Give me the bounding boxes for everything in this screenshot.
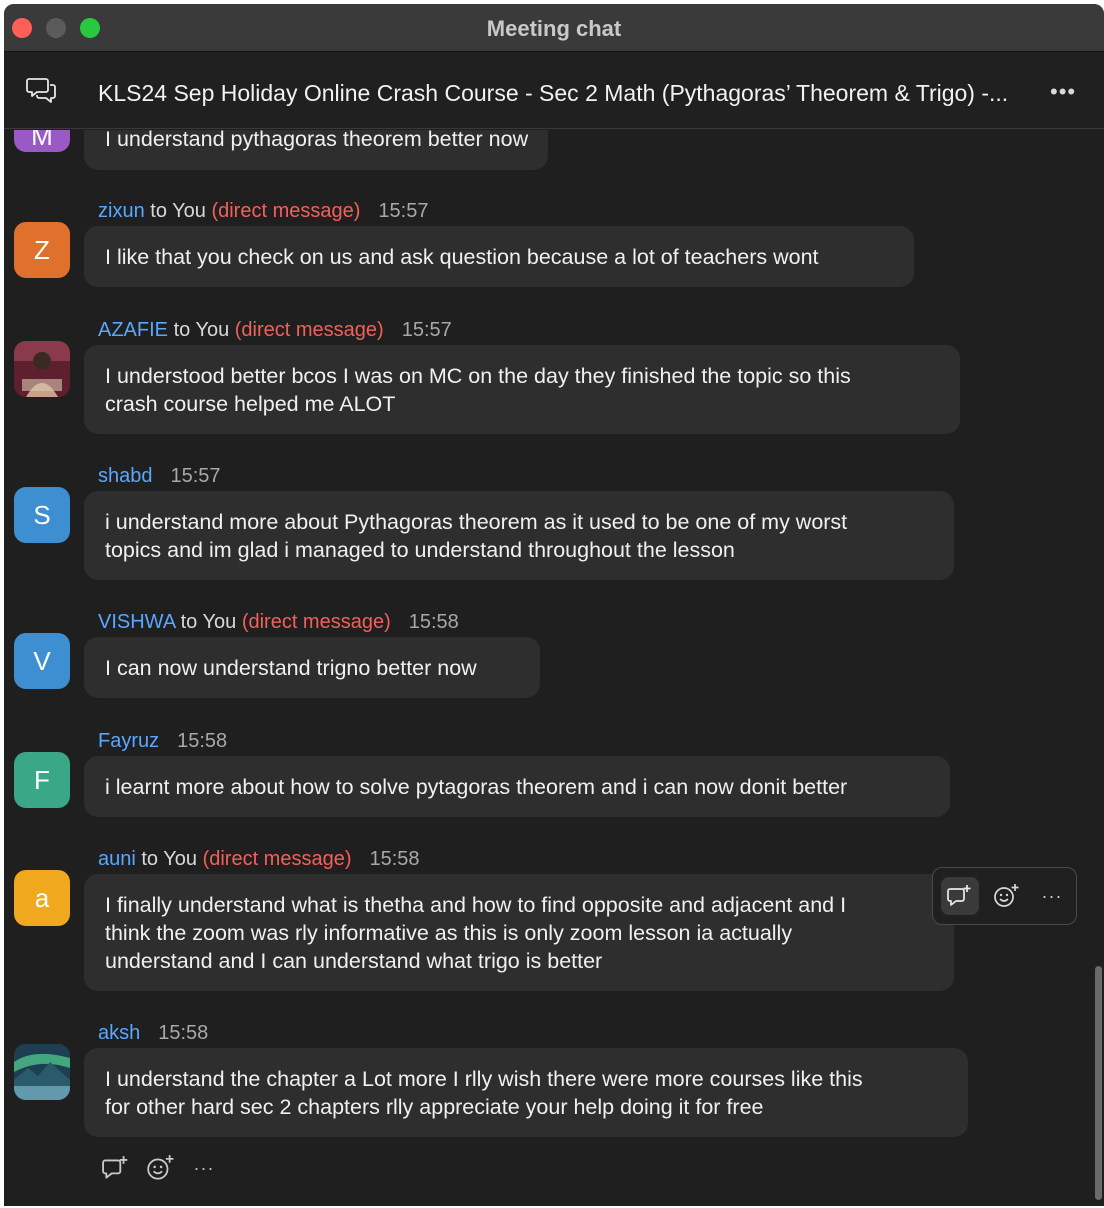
reply-thread-icon xyxy=(947,885,971,906)
sender-name[interactable]: VISHWA xyxy=(98,611,175,633)
recipient-label: to You xyxy=(144,200,212,222)
message-meta: aksh 15:58 xyxy=(98,1022,208,1045)
message-list[interactable]: M I understand pythagoras theorem better… xyxy=(4,130,1104,1206)
recipient-label: to You xyxy=(168,319,235,341)
message-text-line: crash course helped me ALOT xyxy=(105,392,396,416)
avatar[interactable]: a xyxy=(14,870,70,926)
message-time: 15:57 xyxy=(170,465,221,487)
chat-bubbles-icon[interactable] xyxy=(26,75,58,107)
landscape-avatar-image xyxy=(14,1044,70,1100)
message-bubble[interactable]: I like that you check on us and ask ques… xyxy=(84,226,914,287)
message-bubble[interactable]: I can now understand trigno better now xyxy=(84,637,540,698)
avatar[interactable]: V xyxy=(14,633,70,689)
message-time: 15:58 xyxy=(158,1022,209,1044)
message-meta: shabd 15:57 xyxy=(98,465,221,488)
recipient-label: to You xyxy=(175,611,242,633)
message-time: 15:58 xyxy=(369,848,420,870)
more-actions-button[interactable]: ··· xyxy=(1033,877,1071,915)
reply-thread-icon xyxy=(102,1156,128,1179)
direct-message-tag: (direct message) xyxy=(234,319,384,341)
message-meta: Fayruz 15:58 xyxy=(98,730,227,753)
sender-name[interactable]: AZAFIE xyxy=(98,319,168,341)
message-bubble[interactable]: I understood better bcos I was on MC on … xyxy=(84,345,960,434)
message-text-line: I finally understand what is thetha and … xyxy=(105,893,847,917)
photo-avatar[interactable] xyxy=(14,341,70,397)
avatar-initial: M xyxy=(31,130,53,151)
avatar[interactable]: Z xyxy=(14,222,70,278)
direct-message-tag: (direct message) xyxy=(211,200,361,222)
sender-name[interactable]: aksh xyxy=(98,1022,140,1044)
message-text-line: understand and I can understand what tri… xyxy=(105,949,603,973)
message-text-line: for other hard sec 2 chapters rlly appre… xyxy=(105,1095,764,1119)
reply-thread-button[interactable] xyxy=(941,877,979,915)
direct-message-tag: (direct message) xyxy=(241,611,391,633)
message-text: I like that you check on us and ask ques… xyxy=(105,245,819,269)
direct-message-tag: (direct message) xyxy=(202,848,352,870)
message-time: 15:57 xyxy=(401,319,452,341)
message-bubble[interactable]: i understand more about Pythagoras theor… xyxy=(84,491,954,580)
avatar-initial: V xyxy=(33,645,51,676)
sender-name[interactable]: shabd xyxy=(98,465,153,487)
sender-name[interactable]: auni xyxy=(98,848,136,870)
message-meta: zixun to You (direct message) 15:57 xyxy=(98,200,428,223)
photo-avatar-image xyxy=(14,341,70,397)
message-hover-toolbar: ··· xyxy=(932,867,1077,925)
message-text: I can now understand trigno better now xyxy=(105,656,477,680)
sender-name[interactable]: zixun xyxy=(98,200,145,222)
scrollbar-thumb[interactable] xyxy=(1095,966,1102,1200)
message-bubble[interactable]: I understand pythagoras theorem better n… xyxy=(84,130,549,170)
message-text-line: I understand the chapter a Lot more I rl… xyxy=(105,1067,863,1091)
message-meta: AZAFIE to You (direct message) 15:57 xyxy=(98,319,452,342)
chat-title: KLS24 Sep Holiday Online Crash Course - … xyxy=(98,80,1009,106)
more-actions-button[interactable]: ··· xyxy=(188,1152,220,1184)
add-reaction-button[interactable] xyxy=(987,877,1025,915)
avatar-initial: S xyxy=(33,499,51,530)
message-meta: auni to You (direct message) 15:58 xyxy=(98,848,420,871)
meeting-chat-window: Meeting chat KLS24 Sep Holiday Online Cr… xyxy=(4,4,1104,1206)
message-text-line: i understand more about Pythagoras theor… xyxy=(105,510,848,534)
message-text-line: topics and im glad i managed to understa… xyxy=(105,538,735,562)
message-text-line: I understood better bcos I was on MC on … xyxy=(105,364,851,388)
message-bubble[interactable]: I finally understand what is thetha and … xyxy=(84,874,954,991)
message-time: 15:57 xyxy=(378,200,429,222)
title-bar: Meeting chat xyxy=(4,4,1104,52)
landscape-avatar[interactable] xyxy=(14,1044,70,1100)
chat-header: KLS24 Sep Holiday Online Crash Course - … xyxy=(4,53,1104,129)
message-time: 15:58 xyxy=(177,730,228,752)
message-text: I understand pythagoras theorem better n… xyxy=(105,130,529,151)
message-time: 15:58 xyxy=(408,611,459,633)
window-title: Meeting chat xyxy=(486,16,622,41)
avatar[interactable]: F xyxy=(14,752,70,808)
add-reaction-icon xyxy=(147,1155,174,1180)
message-meta: VISHWA to You (direct message) 15:58 xyxy=(98,611,459,634)
recipient-label: to You xyxy=(135,848,203,870)
sender-name[interactable]: Fayruz xyxy=(98,730,159,752)
reply-thread-button[interactable] xyxy=(100,1152,132,1184)
more-options-button[interactable]: ••• xyxy=(1050,79,1076,105)
message-text-line: think the zoom was rly informative as th… xyxy=(105,921,793,945)
message-bubble[interactable]: i learnt more about how to solve pytagor… xyxy=(84,756,950,817)
add-reaction-icon xyxy=(994,884,1019,907)
avatar[interactable]: M xyxy=(14,130,70,152)
avatar-initial: Z xyxy=(34,234,50,265)
avatar-initial: a xyxy=(34,882,50,913)
message-text: i learnt more about how to solve pytagor… xyxy=(105,775,848,799)
add-reaction-button[interactable] xyxy=(144,1152,176,1184)
avatar[interactable]: S xyxy=(14,487,70,543)
avatar-initial: F xyxy=(34,764,50,795)
message-bubble[interactable]: I understand the chapter a Lot more I rl… xyxy=(84,1048,968,1137)
